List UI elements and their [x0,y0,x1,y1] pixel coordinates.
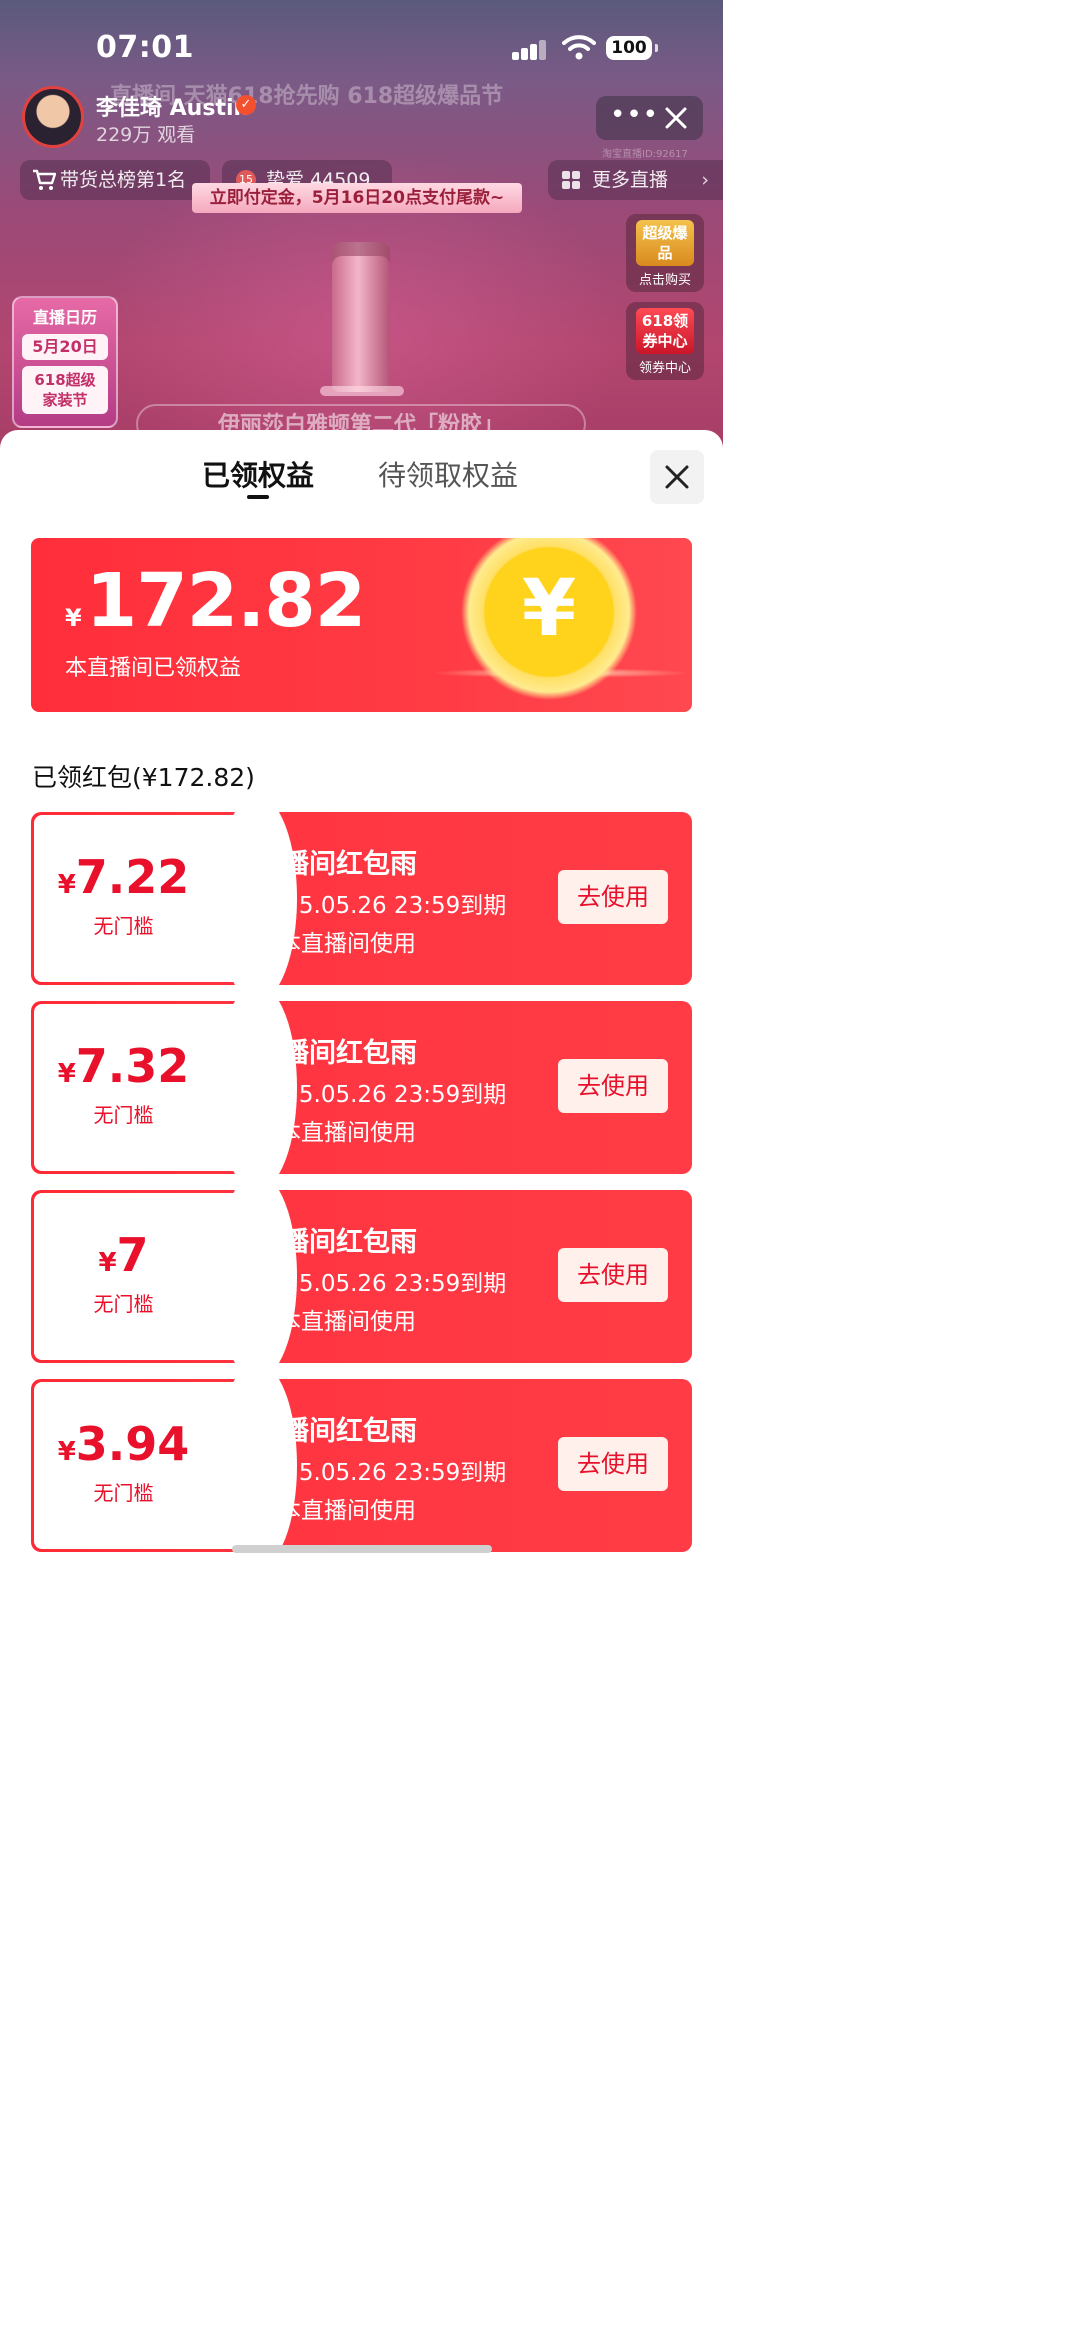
coupon-currency: ¥ [57,1059,76,1089]
super-deal-caption: 点击购买 [638,273,691,288]
stream-top-actions: ••• [596,96,703,140]
verified-check-icon: ✓ [236,95,256,115]
schedule-title: 直播日历 [32,308,97,327]
grid-icon [562,171,580,189]
coupon-condition: 无门槛 [93,1103,154,1127]
coupon-expiry: 2025.05.26 23:59到期 [255,1271,507,1297]
tab-claimed-benefits[interactable]: 已领权益 [202,454,314,494]
use-coupon-button[interactable]: 去使用 [558,1437,668,1491]
schedule-event-line2: 家装节 [42,391,88,409]
coupon-card: ¥7.32 无门槛 直播间红包雨 2025.05.26 23:59到期 限本直播… [31,1001,692,1174]
coupon-scope: 限本直播间使用 [255,931,416,957]
coupon-expiry: 2025.05.26 23:59到期 [255,1082,507,1108]
sales-rank-chip[interactable]: 带货总榜第1名 [20,160,210,200]
summary-amount: ¥172.82 [65,558,367,644]
tab-pending-benefits[interactable]: 待领取权益 [378,454,518,494]
coupon-name: 直播间红包雨 [255,1416,417,1447]
claimed-red-packets-title: 已领红包(¥172.82) [32,763,255,792]
product-image [332,242,390,392]
super-deal-promo[interactable]: 超级爆品 点击购买 [626,214,704,292]
sales-rank-label: 带货总榜第1名 [60,169,187,191]
use-coupon-button[interactable]: 去使用 [558,1059,668,1113]
schedule-event-line1: 618超级 [34,371,96,389]
coupon-amount: ¥7.22 [31,850,216,904]
use-coupon-button[interactable]: 去使用 [558,1248,668,1302]
home-indicator[interactable] [232,1545,492,1553]
coupon-amount-value: 3.94 [75,1417,190,1471]
battery-icon: 100 [606,36,658,60]
summary-currency: ¥ [65,604,82,632]
coupon-center-promo[interactable]: 618领券中心 领券中心 [626,302,704,380]
close-icon [665,465,689,489]
more-options-icon[interactable]: ••• [610,96,658,140]
benefits-summary-card: ¥172.82 本直播间已领权益 ¥ [31,538,692,712]
coupon-scope: 限本直播间使用 [255,1498,416,1524]
host-avatar[interactable] [22,86,84,148]
coupon-condition: 无门槛 [93,1292,154,1316]
coupon-currency: ¥ [98,1248,117,1278]
coupon-amount: ¥7.32 [31,1039,216,1093]
cellular-signal-icon [512,40,548,60]
viewer-count: 229万 观看 [96,124,196,146]
coupon-scope: 限本直播间使用 [255,1120,416,1146]
coupon-currency: ¥ [57,870,76,900]
shopping-cart-icon [33,169,56,190]
product-shadow [320,386,404,396]
coupon-expiry: 2025.05.26 23:59到期 [255,1460,507,1486]
more-live-chip[interactable]: 更多直播 › [548,160,723,200]
status-bar: 07:01 100 [0,0,723,90]
schedule-date: 5月20日 [22,334,108,360]
coupon-expiry: 2025.05.26 23:59到期 [255,893,507,919]
coupon-card: ¥7 无门槛 直播间红包雨 2025.05.26 23:59到期 限本直播间使用… [31,1190,692,1363]
more-live-label: 更多直播 [592,169,669,191]
deposit-banner: 立即付定金，5月16日20点支付尾款~ [192,183,522,213]
coupon-center-art: 618领券中心 [636,308,694,354]
chevron-right-icon: › [701,169,709,191]
status-time: 07:01 [96,30,194,65]
live-stream-background: 直播间 天猫618抢先购 618超级爆品节 07:01 100 李佳琦 Aust… [0,0,723,460]
summary-label: 本直播间已领权益 [65,656,242,681]
coupon-scope: 限本直播间使用 [255,1309,416,1335]
use-coupon-button[interactable]: 去使用 [558,870,668,924]
super-deal-art: 超级爆品 [636,220,694,266]
benefits-sheet: 已领权益 待领取权益 ¥172.82 本直播间已领权益 ¥ 已领红包(¥172.… [0,430,723,1563]
coupon-amount: ¥3.94 [31,1417,216,1471]
coupon-name: 直播间红包雨 [255,849,417,880]
coupon-center-caption: 领券中心 [638,361,691,376]
coupon-amount-value: 7 [116,1228,149,1282]
coupon-amount-value: 7.22 [75,850,190,904]
coupon-card: ¥7.22 无门槛 直播间红包雨 2025.05.26 23:59到期 限本直播… [31,812,692,985]
room-id: 淘宝直播ID:92617 [602,149,688,160]
coupon-card: ¥3.94 无门槛 直播间红包雨 2025.05.26 23:59到期 限本直播… [31,1379,692,1552]
live-schedule-card[interactable]: 直播日历 5月20日 618超级 家装节 [12,296,118,428]
summary-amount-value: 172.82 [85,558,367,644]
coupon-name: 直播间红包雨 [255,1227,417,1258]
coupon-amount-value: 7.32 [75,1039,190,1093]
schedule-event: 618超级 家装节 [22,366,108,414]
active-tab-indicator [247,495,269,499]
coupon-currency: ¥ [57,1437,76,1467]
close-stream-icon[interactable] [662,104,690,132]
host-name[interactable]: 李佳琦 Austin [96,90,249,122]
coupon-amount: ¥7 [31,1228,216,1282]
coupon-condition: 无门槛 [93,1481,154,1505]
coupon-condition: 无门槛 [93,914,154,938]
close-sheet-button[interactable] [650,450,704,504]
wifi-icon [562,35,596,60]
coupon-name: 直播间红包雨 [255,1038,417,1069]
